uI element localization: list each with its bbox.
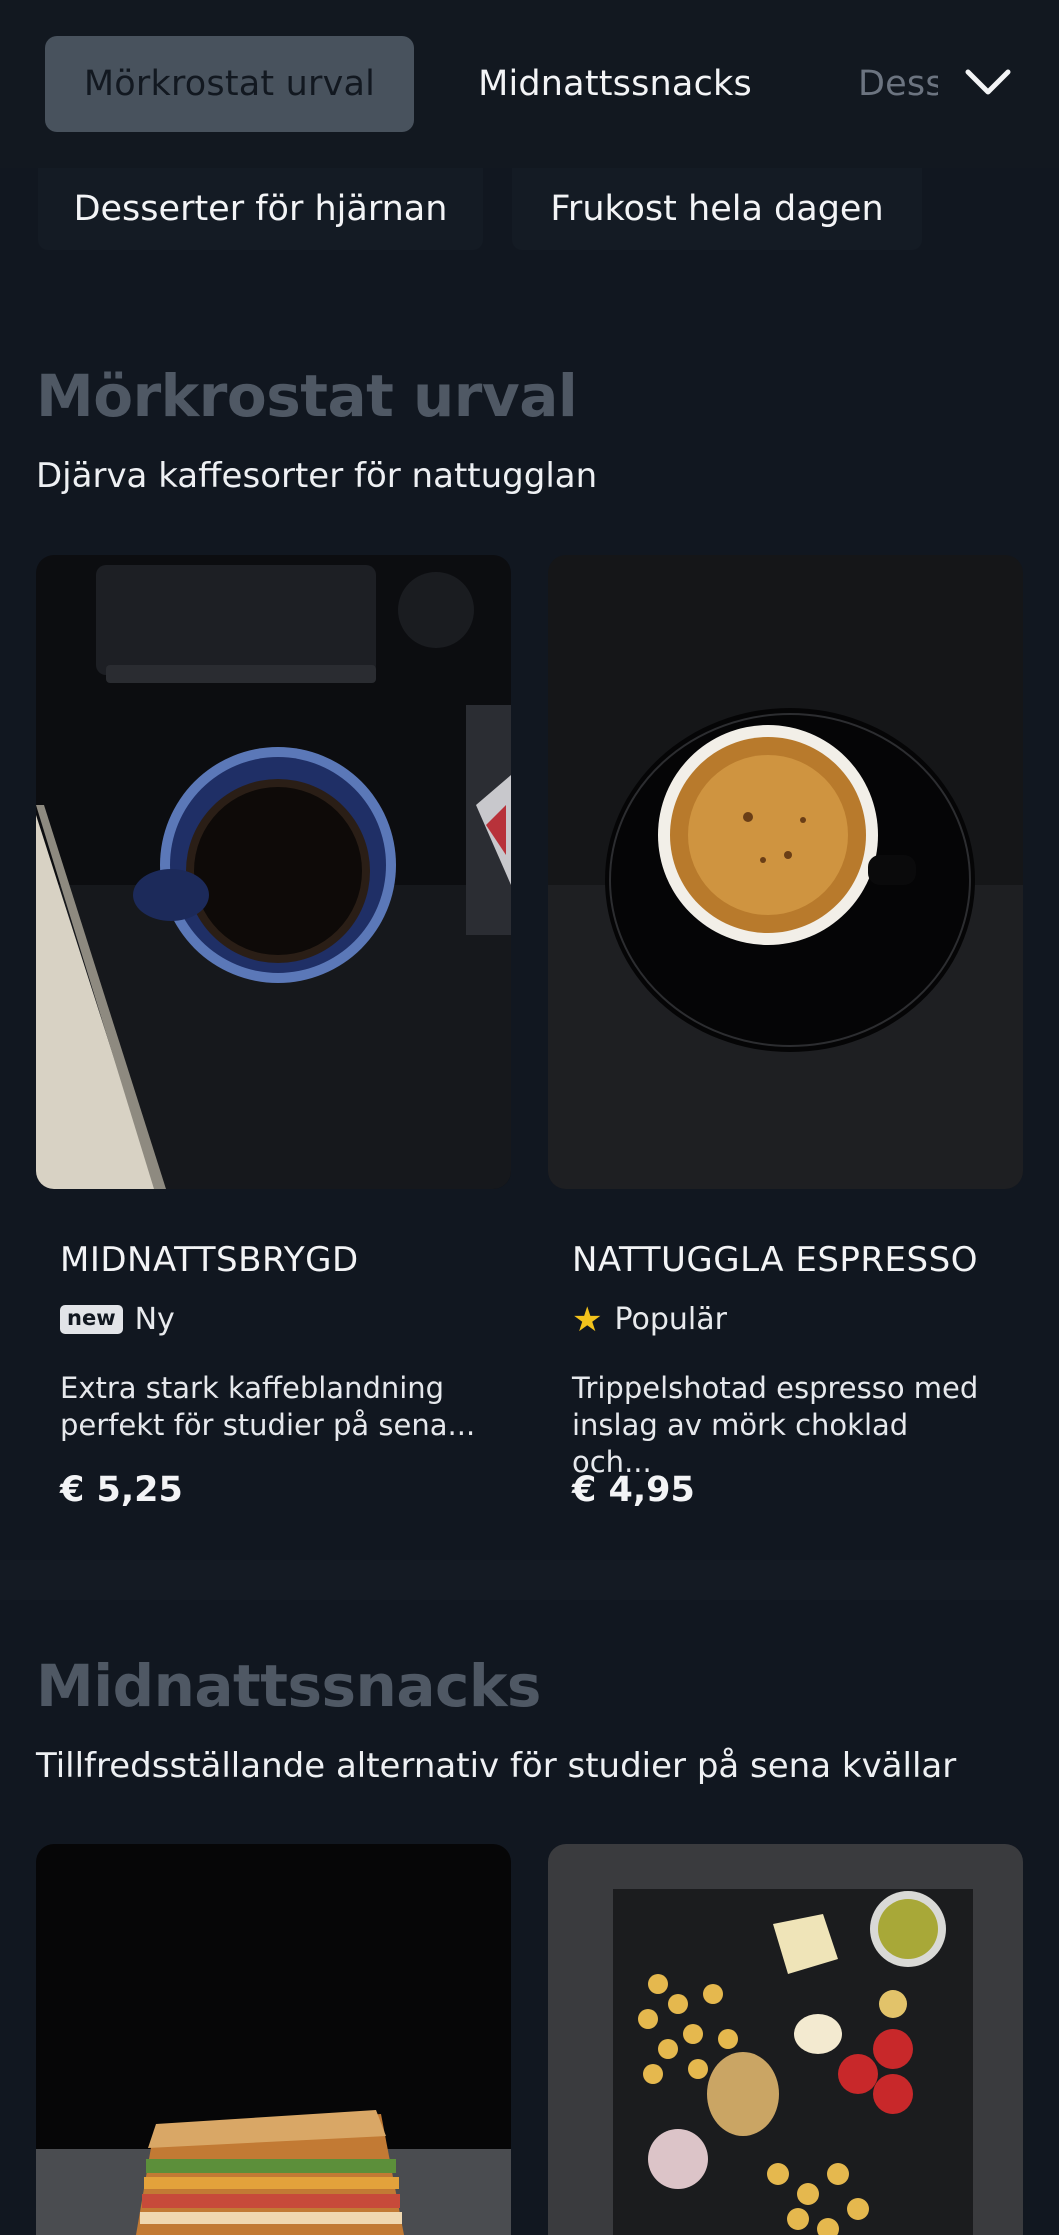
section-subtitle: Djärva kaffesorter för nattugglan [36, 456, 598, 496]
grilled-sandwich-image[interactable] [36, 1844, 511, 2235]
badge-label: Populär [614, 1302, 727, 1337]
tab-morkrostat-urval[interactable]: Mörkrostat urval [45, 36, 414, 132]
new-icon: new [60, 1304, 123, 1335]
star-icon: ★ [572, 1299, 603, 1340]
badge-label: Ny [134, 1302, 175, 1337]
section-title: Midnattssnacks [36, 1652, 541, 1720]
chevron-down-icon[interactable] [962, 56, 1014, 108]
product-badge: ★ Populär [572, 1302, 727, 1337]
product-price: € 4,95 [572, 1470, 695, 1510]
product-badge: new Ny [60, 1302, 175, 1337]
product-description: Trippelshotad espresso med inslag av mör… [572, 1370, 992, 1481]
product-name-nattuggla-espresso[interactable]: NATTUGGLA ESPRESSO [572, 1240, 978, 1280]
tab-desserter-for-hjarnan[interactable]: Desserter för hjärnan [38, 168, 483, 250]
product-price: € 5,25 [60, 1470, 183, 1510]
section-title: Mörkrostat urval [36, 362, 578, 430]
tab-midnattssnacks[interactable]: Midnattssnacks [470, 36, 760, 132]
description-line: Trippelshotad espresso med [572, 1371, 979, 1405]
snack-platter-image[interactable] [548, 1844, 1023, 2235]
category-bar: Mörkrostat urval Midnattssnacks Dess [0, 0, 1059, 168]
midnattsbrygd-image[interactable] [36, 555, 511, 1189]
product-description: Extra stark kaffeblandning perfekt för s… [60, 1370, 480, 1444]
description-line: Extra stark kaffeblandning [60, 1371, 445, 1405]
tab-desserter-faded[interactable]: Dess [858, 36, 938, 132]
nattuggla-espresso-image[interactable] [548, 555, 1023, 1189]
tab-frukost-hela-dagen[interactable]: Frukost hela dagen [512, 168, 922, 250]
product-name-midnattsbrygd[interactable]: MIDNATTSBRYGD [60, 1240, 359, 1280]
description-line: perfekt för studier på sena... [60, 1408, 476, 1442]
section-subtitle: Tillfredsställande alternativ för studie… [36, 1746, 957, 1786]
section-divider [0, 1560, 1059, 1600]
